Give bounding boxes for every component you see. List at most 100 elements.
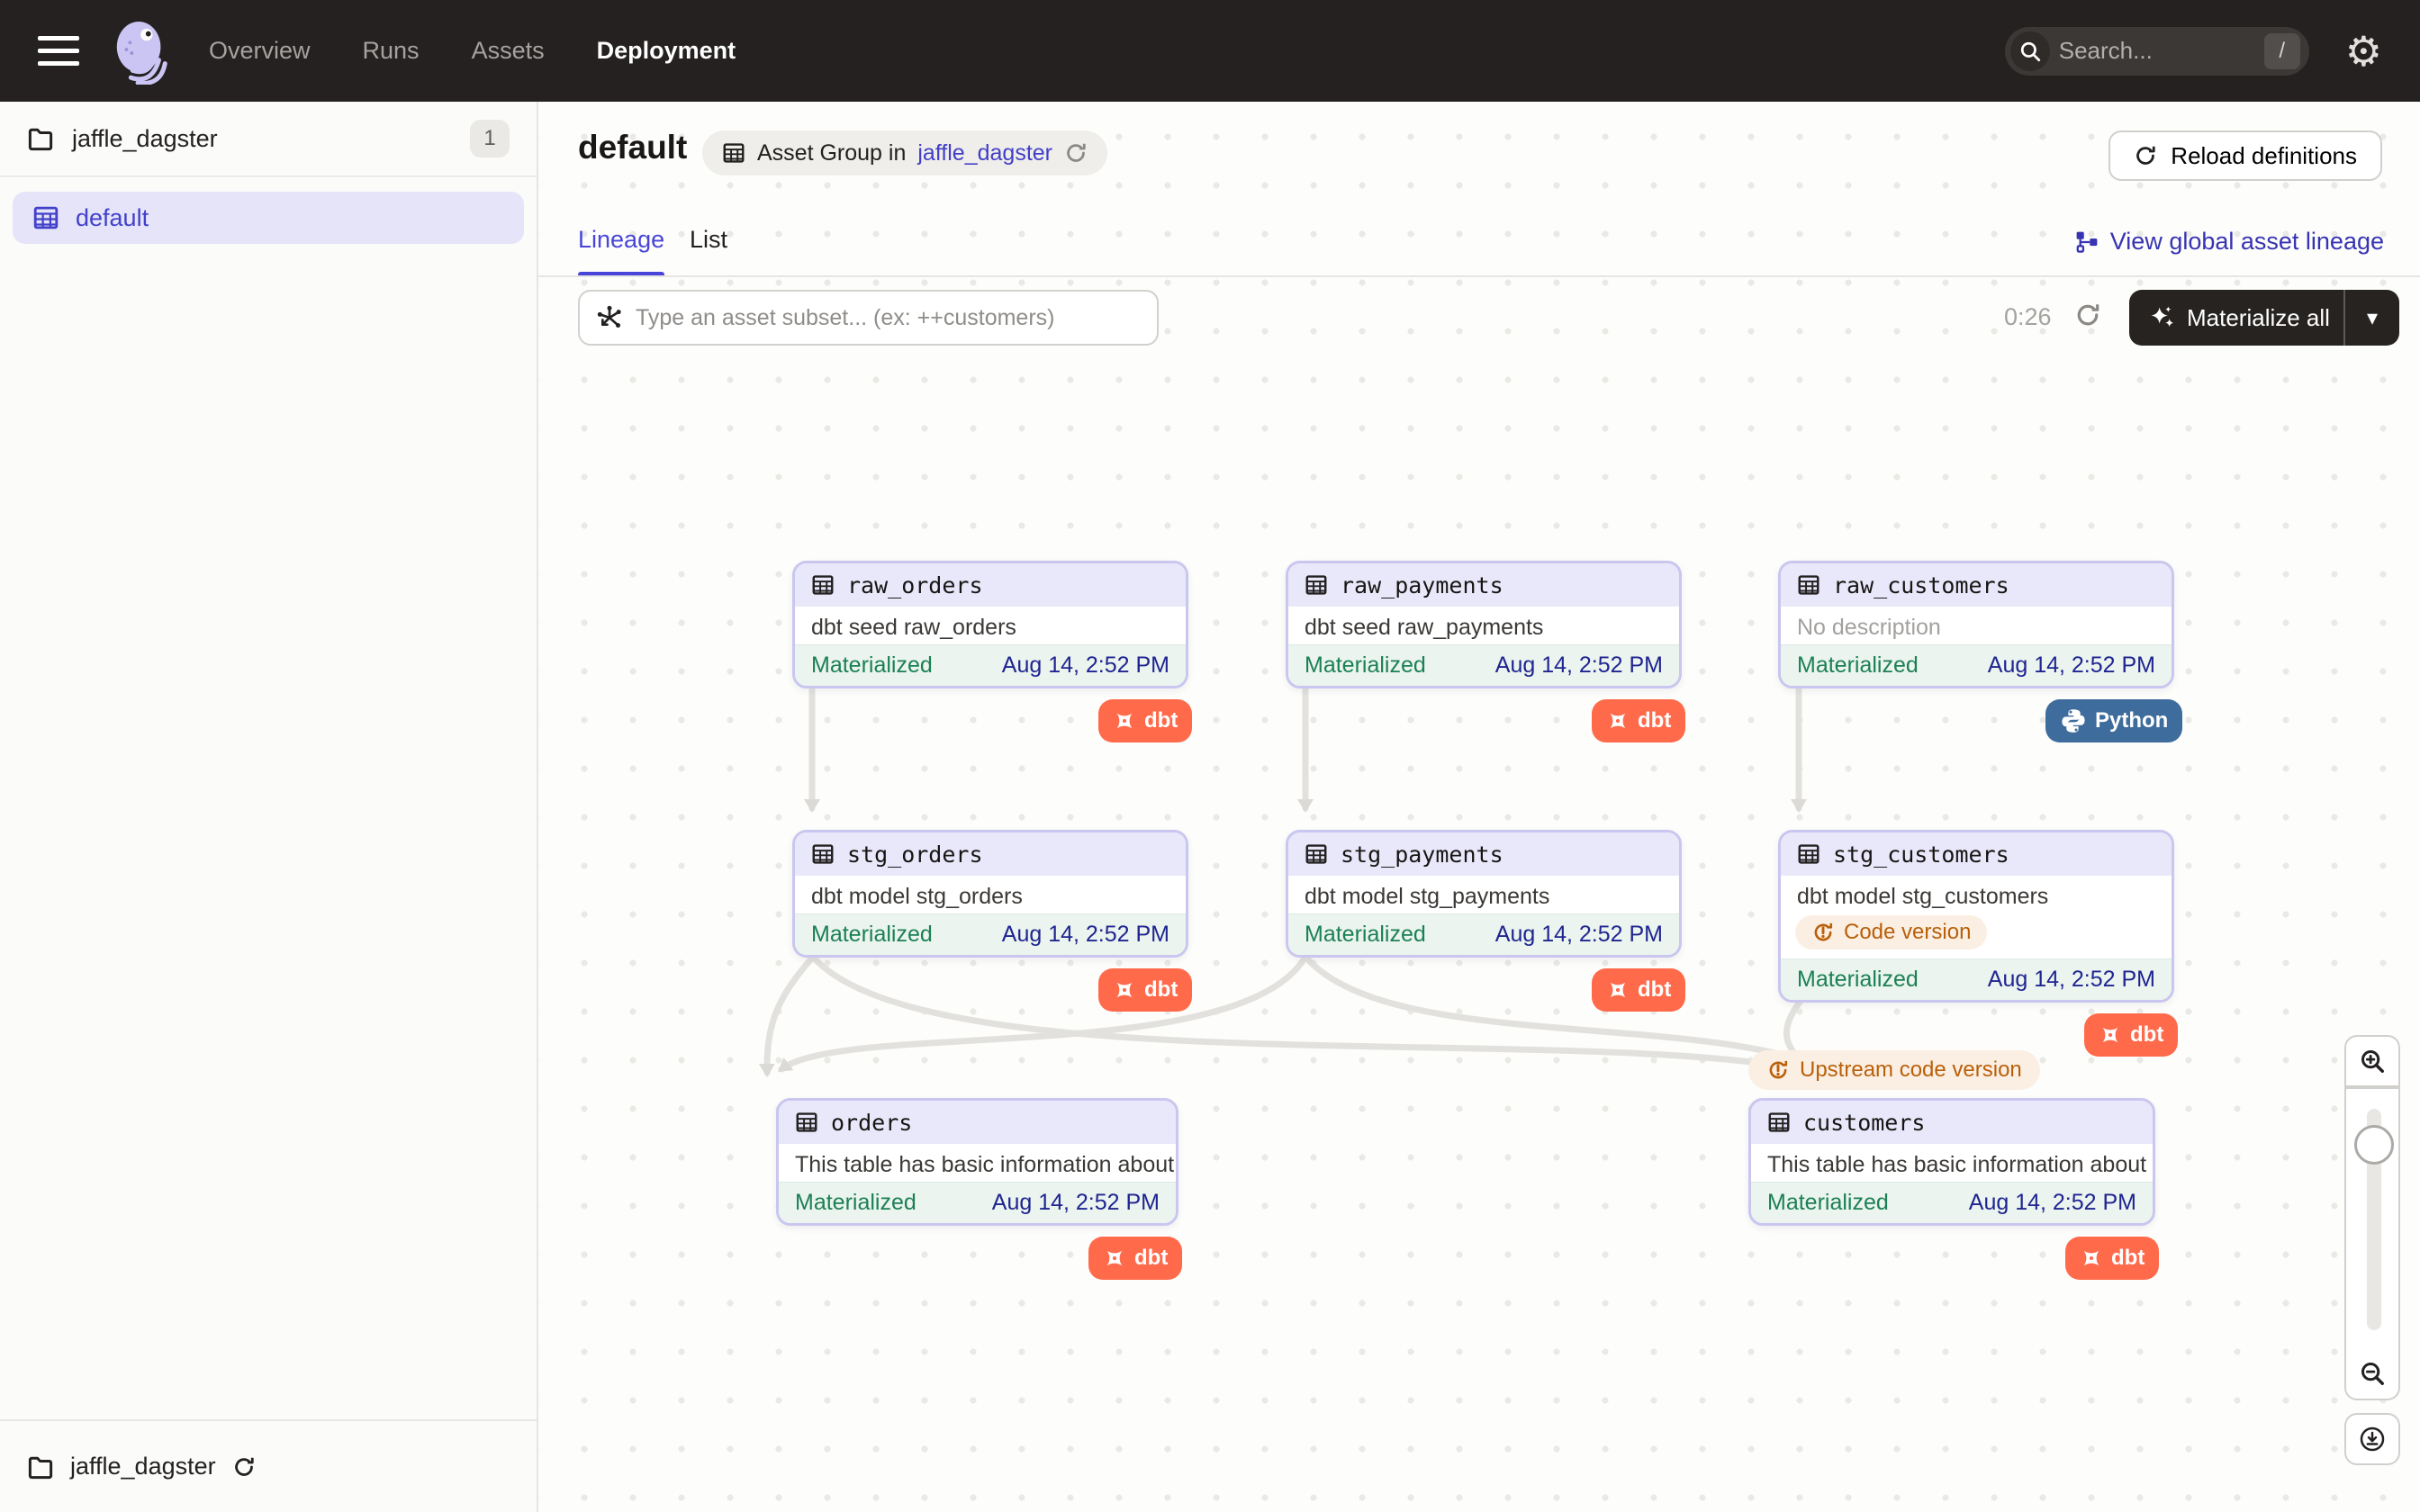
asset-node-header: raw_customers — [1781, 563, 2172, 607]
download-image-button[interactable] — [2344, 1413, 2400, 1465]
asset-description: dbt model stg_payments — [1288, 876, 1679, 914]
asset-footer: Materialized Aug 14, 2:52 PM — [1781, 644, 2172, 686]
timestamp: Aug 14, 2:52 PM — [1988, 967, 2155, 993]
timestamp: Aug 14, 2:52 PM — [992, 1190, 1160, 1216]
zoom-in-icon — [2359, 1048, 2386, 1075]
asset-title: stg_customers — [1833, 842, 2009, 868]
timestamp: Aug 14, 2:52 PM — [1002, 652, 1169, 679]
asset-title: stg_orders — [847, 842, 983, 868]
asset-node-stg-payments[interactable]: stg_payments dbt model stg_payments Mate… — [1286, 830, 1682, 958]
asset-footer: Materialized Aug 14, 2:52 PM — [795, 644, 1186, 686]
sidebar-repo-row[interactable]: jaffle_dagster 1 — [0, 102, 537, 177]
asset-node-header: stg_payments — [1288, 832, 1679, 876]
table-icon — [722, 141, 745, 165]
main-pane: default Asset Group in jaffle_dagster Re… — [538, 102, 2420, 1512]
search-icon — [2010, 32, 2050, 71]
table-icon — [1797, 842, 1820, 866]
code-version-badge: Code version — [1795, 915, 1987, 950]
page-title: default — [578, 129, 687, 166]
search-input[interactable] — [2050, 37, 2264, 65]
asset-description: dbt model stg_customers — [1781, 876, 2172, 914]
table-icon — [811, 842, 835, 866]
footer-repo-name: jaffle_dagster — [70, 1453, 216, 1480]
asset-node-customers[interactable]: customers This table has basic informati… — [1748, 1098, 2155, 1226]
asset-node-raw-payments[interactable]: raw_payments dbt seed raw_payments Mater… — [1286, 561, 1682, 688]
group-label: default — [76, 204, 149, 232]
asset-node-header: raw_payments — [1288, 563, 1679, 607]
python-badge: Python — [2045, 699, 2182, 742]
tab-lineage[interactable]: Lineage — [578, 226, 664, 254]
folder-icon — [27, 125, 54, 152]
view-global-asset-lineage-link[interactable]: View global asset lineage — [2075, 228, 2384, 256]
asset-node-raw-customers[interactable]: raw_customers No description Materialize… — [1778, 561, 2174, 688]
dagster-logo[interactable] — [110, 18, 173, 85]
top-nav: Overview Runs Assets Deployment / ⚙ — [0, 0, 2420, 102]
gear-icon[interactable]: ⚙ — [2345, 31, 2382, 72]
dbt-badge: dbt — [2084, 1013, 2178, 1057]
asset-node-stg-customers[interactable]: stg_customers dbt model stg_customers Co… — [1778, 830, 2174, 1003]
nav-item-assets[interactable]: Assets — [472, 37, 545, 65]
group-count-badge: 1 — [470, 120, 510, 158]
asset-description: dbt seed raw_orders — [795, 607, 1186, 644]
nav-item-overview[interactable]: Overview — [209, 37, 311, 65]
timestamp: Aug 14, 2:52 PM — [1988, 652, 2155, 679]
timestamp: Aug 14, 2:52 PM — [1495, 652, 1663, 679]
asset-node-header: stg_customers — [1781, 832, 2172, 876]
asset-node-header: orders — [779, 1101, 1176, 1144]
asset-title: customers — [1803, 1110, 1925, 1136]
download-icon — [2359, 1426, 2386, 1453]
nav-item-runs[interactable]: Runs — [363, 37, 420, 65]
dbt-badge: dbt — [1098, 699, 1192, 742]
graph-zoom-controls — [2344, 1035, 2400, 1465]
asset-description: dbt seed raw_payments — [1288, 607, 1679, 644]
status-label: Materialized — [1797, 652, 1919, 679]
zoom-out-button[interactable] — [2344, 1348, 2400, 1400]
asset-title: orders — [831, 1110, 912, 1136]
asset-node-orders[interactable]: orders This table has basic information … — [776, 1098, 1178, 1226]
dbt-logo-icon — [2099, 1023, 2122, 1047]
asset-node-header: customers — [1751, 1101, 2153, 1144]
dbt-logo-icon — [1606, 978, 1630, 1002]
table-icon — [1305, 573, 1328, 597]
tab-list[interactable]: List — [690, 226, 727, 254]
zoom-out-icon — [2359, 1360, 2386, 1387]
status-label: Materialized — [1797, 967, 1919, 993]
repo-name: jaffle_dagster — [72, 125, 218, 153]
tag-prefix: Asset Group in — [757, 140, 906, 166]
asset-node-stg-orders[interactable]: stg_orders dbt model stg_orders Material… — [792, 830, 1188, 958]
hamburger-menu-icon[interactable] — [38, 36, 79, 66]
dbt-logo-icon — [1113, 709, 1136, 733]
timestamp: Aug 14, 2:52 PM — [1495, 922, 1663, 948]
status-label: Materialized — [811, 922, 933, 948]
sidebar-item-default-group[interactable]: default — [13, 192, 524, 244]
lineage-graph-icon — [2075, 230, 2099, 254]
reload-definitions-button[interactable]: Reload definitions — [2108, 130, 2382, 181]
global-search[interactable]: / — [2005, 27, 2309, 76]
status-label: Materialized — [1305, 652, 1426, 679]
sidebar: jaffle_dagster 1 default jaffle_dagster — [0, 102, 538, 1512]
table-icon — [1305, 842, 1328, 866]
zoom-in-button[interactable] — [2344, 1035, 2400, 1087]
dbt-badge: dbt — [1098, 968, 1192, 1012]
asset-description: No description — [1781, 607, 2172, 644]
dbt-logo-icon — [1606, 709, 1630, 733]
asset-node-header: raw_orders — [795, 563, 1186, 607]
upstream-code-version-tag: Upstream code version — [1748, 1050, 2040, 1090]
code-version-icon — [1811, 921, 1835, 944]
timestamp: Aug 14, 2:52 PM — [1969, 1190, 2136, 1216]
status-label: Materialized — [1767, 1190, 1889, 1216]
zoom-slider-thumb[interactable] — [2354, 1125, 2394, 1165]
asset-title: raw_orders — [847, 572, 983, 598]
zoom-slider[interactable] — [2344, 1087, 2400, 1348]
asset-footer: Materialized Aug 14, 2:52 PM — [1288, 644, 1679, 686]
repo-link[interactable]: jaffle_dagster — [917, 140, 1052, 166]
refresh-icon[interactable] — [1064, 141, 1088, 165]
table-icon — [1767, 1111, 1791, 1134]
status-label: Materialized — [811, 652, 933, 679]
nav-item-deployment[interactable]: Deployment — [597, 37, 736, 65]
asset-node-header: stg_orders — [795, 832, 1186, 876]
dbt-badge: dbt — [1592, 699, 1685, 742]
asset-node-raw-orders[interactable]: raw_orders dbt seed raw_orders Materiali… — [792, 561, 1188, 688]
refresh-icon[interactable] — [232, 1455, 256, 1479]
asset-title: stg_payments — [1341, 842, 1503, 868]
